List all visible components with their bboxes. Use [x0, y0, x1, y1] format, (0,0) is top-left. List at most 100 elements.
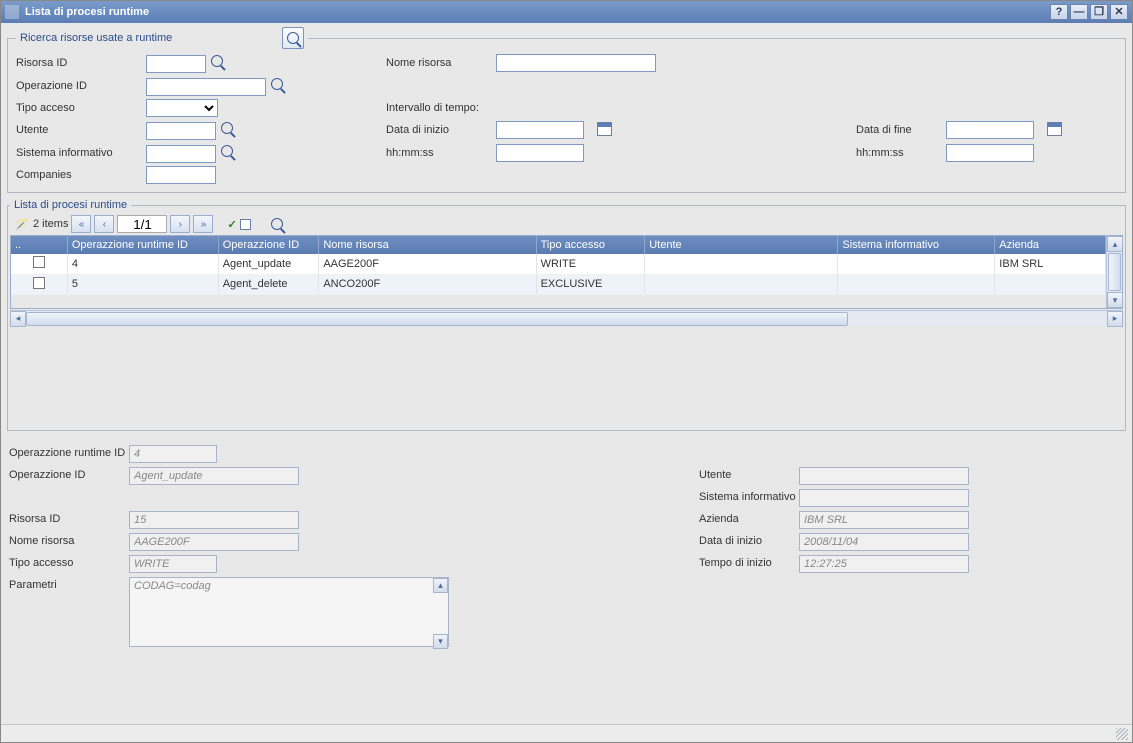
detail-parametri-wrap: ▴ ▾ — [129, 577, 449, 650]
cell-sistema-info — [838, 254, 995, 274]
label-detail-azienda: Azienda — [699, 511, 799, 529]
detail-tempo-inizio — [799, 555, 969, 573]
close-button[interactable]: ✕ — [1110, 4, 1128, 20]
utente-lookup[interactable] — [219, 120, 235, 136]
page-input[interactable] — [117, 215, 167, 233]
next-page-button[interactable]: › — [170, 215, 190, 233]
content: Ricerca risorse usate a runtime Risorsa … — [1, 23, 1132, 724]
data-inizio-input[interactable] — [496, 121, 584, 139]
confirm-icon[interactable]: ✓ — [227, 218, 236, 231]
label-detail-op-id: Operazzione ID — [9, 467, 129, 485]
label-detail-risorsa-id: Risorsa ID — [9, 511, 129, 529]
cell-azienda: IBM SRL — [995, 254, 1106, 274]
label-hhmmss-start: hh:mm:ss — [386, 147, 496, 159]
row-checkbox[interactable] — [33, 277, 45, 289]
col-nome-risorsa[interactable]: Nome risorsa — [319, 236, 536, 254]
col-azienda[interactable]: Azienda — [995, 236, 1106, 254]
search-legend-text: Ricerca risorse usate a runtime — [20, 32, 172, 44]
search-button[interactable] — [282, 27, 304, 49]
scroll-thumb[interactable] — [1108, 253, 1121, 291]
label-detail-nome-risorsa: Nome risorsa — [9, 533, 129, 551]
utente-input[interactable] — [146, 122, 216, 140]
ta-scroll-up-icon[interactable]: ▴ — [433, 578, 448, 593]
cell-op-id: Agent_update — [218, 254, 319, 274]
label-tipo-acceso: Tipo acceso — [16, 102, 146, 114]
window: Lista di procesi runtime ? — ❐ ✕ Ricerca… — [0, 0, 1133, 743]
sistema-info-input[interactable] — [146, 145, 216, 163]
hhmmss-start-input[interactable] — [496, 144, 584, 162]
cell-op-id: Agent_delete — [218, 274, 319, 294]
ta-scroll-down-icon[interactable]: ▾ — [433, 634, 448, 649]
tipo-acceso-select[interactable] — [146, 99, 218, 117]
sistema-info-lookup[interactable] — [219, 143, 235, 159]
data-fine-calendar[interactable] — [1046, 121, 1062, 137]
magnify-icon — [271, 78, 283, 90]
hscroll-thumb[interactable] — [26, 312, 848, 326]
row-checkbox[interactable] — [33, 256, 45, 268]
list-search-button[interactable] — [269, 216, 285, 232]
scroll-left-icon[interactable]: ◂ — [10, 311, 26, 327]
window-title: Lista di procesi runtime — [25, 6, 1048, 18]
hscroll-track[interactable] — [26, 312, 1107, 326]
cell-tipo-accesso: WRITE — [536, 254, 645, 274]
minimize-button[interactable]: — — [1070, 4, 1088, 20]
label-intervallo: Intervallo di tempo: — [386, 102, 1076, 114]
detail-data-inizio — [799, 533, 969, 551]
prev-page-button[interactable]: ‹ — [94, 215, 114, 233]
operazione-id-lookup[interactable] — [269, 76, 285, 92]
label-detail-tipo-accesso: Tipo accesso — [9, 555, 129, 573]
col-op-runtime-id[interactable]: Operazzione runtime ID — [67, 236, 218, 254]
detail-op-id — [129, 467, 299, 485]
toolbar-wizard-button[interactable]: 🪄 — [14, 216, 30, 232]
data-inizio-calendar[interactable] — [596, 121, 612, 137]
first-page-button[interactable]: « — [71, 215, 91, 233]
titlebar[interactable]: Lista di procesi runtime ? — ❐ ✕ — [1, 1, 1132, 23]
col-op-id[interactable]: Operazzione ID — [218, 236, 319, 254]
search-grid: Risorsa ID Nome risorsa Operazione ID Ti… — [16, 53, 1117, 184]
table-wrap: .. Operazzione runtime ID Operazzione ID… — [10, 235, 1123, 309]
horizontal-scrollbar[interactable]: ◂ ▸ — [10, 310, 1123, 326]
cell-utente — [645, 254, 838, 274]
vertical-scrollbar[interactable]: ▴ ▾ — [1106, 236, 1122, 308]
scroll-up-icon[interactable]: ▴ — [1107, 236, 1123, 252]
detail-utente — [799, 467, 969, 485]
operazione-id-input[interactable] — [146, 78, 266, 96]
data-fine-input[interactable] — [946, 121, 1034, 139]
select-toggle[interactable] — [240, 219, 251, 230]
detail-risorsa-id — [129, 511, 299, 529]
table-row[interactable]: 4Agent_updateAAGE200FWRITEIBM SRL — [11, 254, 1106, 274]
scroll-right-icon[interactable]: ▸ — [1107, 311, 1123, 327]
label-operazione-id: Operazione ID — [16, 80, 146, 92]
table-row[interactable]: 5Agent_deleteANCO200FEXCLUSIVE — [11, 274, 1106, 294]
label-detail-parametri: Parametri — [9, 577, 129, 650]
list-toolbar: 🪄 2 items « ‹ › » ✓ — [10, 213, 1123, 235]
statusbar — [1, 724, 1132, 742]
calendar-icon — [597, 122, 612, 136]
detail-azienda — [799, 511, 969, 529]
companies-input[interactable] — [146, 166, 216, 184]
search-fieldset: Ricerca risorse usate a runtime Risorsa … — [7, 27, 1126, 193]
nome-risorsa-input[interactable] — [496, 54, 656, 72]
label-detail-data-inizio: Data di inizio — [699, 533, 799, 551]
label-data-inizio: Data di inizio — [386, 124, 496, 136]
col-utente[interactable]: Utente — [645, 236, 838, 254]
label-risorsa-id: Risorsa ID — [16, 57, 146, 69]
scroll-down-icon[interactable]: ▾ — [1107, 292, 1123, 308]
cell-nome-risorsa: ANCO200F — [319, 274, 536, 294]
last-page-button[interactable]: » — [193, 215, 213, 233]
col-select[interactable]: .. — [11, 236, 67, 254]
col-sistema-info[interactable]: Sistema informativo — [838, 236, 995, 254]
maximize-button[interactable]: ❐ — [1090, 4, 1108, 20]
label-detail-tempo-inizio: Tempo di inizio — [699, 555, 799, 573]
textarea-scrollbar[interactable]: ▴ ▾ — [433, 578, 448, 649]
detail-sistema-info — [799, 489, 969, 507]
risorsa-id-input[interactable] — [146, 55, 206, 73]
resize-grip-icon[interactable] — [1116, 728, 1128, 740]
detail-nome-risorsa — [129, 533, 299, 551]
label-detail-sistema-info: Sistema informativo — [699, 489, 799, 507]
hhmmss-end-input[interactable] — [946, 144, 1034, 162]
help-button[interactable]: ? — [1050, 4, 1068, 20]
risorsa-id-lookup[interactable] — [209, 53, 225, 69]
col-tipo-accesso[interactable]: Tipo accesso — [536, 236, 645, 254]
cell-op-runtime-id: 4 — [67, 254, 218, 274]
